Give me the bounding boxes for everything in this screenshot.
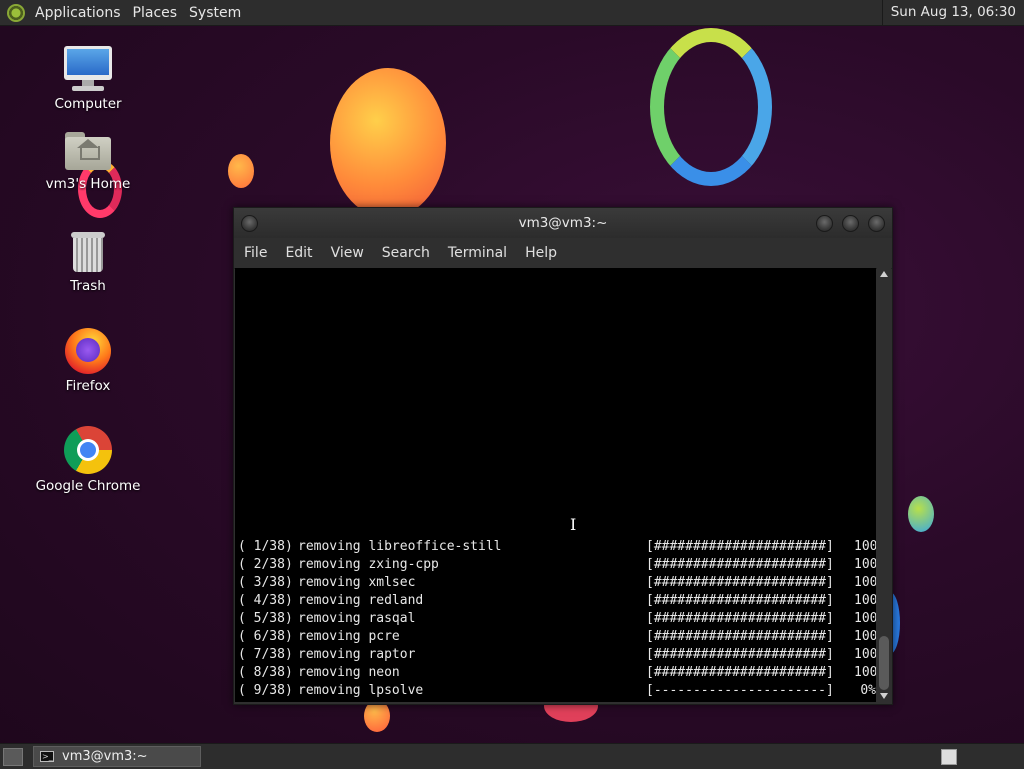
line-progress-bar: [######################]	[646, 593, 834, 608]
wallpaper-small-bubble	[228, 154, 254, 188]
line-percent: 100%	[854, 665, 876, 680]
line-text: removing raptor	[298, 647, 416, 662]
wallpaper-ring	[650, 28, 772, 186]
terminal-scrollbar[interactable]	[877, 268, 891, 702]
line-index: ( 6/38)	[238, 629, 293, 644]
menu-places[interactable]: Places	[129, 5, 186, 21]
desktop-icon-chrome[interactable]: Google Chrome	[28, 426, 148, 494]
menu-edit[interactable]: Edit	[275, 245, 320, 261]
computer-icon	[64, 46, 112, 92]
line-progress-bar: [######################]	[646, 557, 834, 572]
window-titlebar[interactable]: vm3@vm3:~	[234, 208, 892, 238]
line-progress-bar: [######################]	[646, 575, 834, 590]
show-desktop-button[interactable]	[3, 748, 23, 766]
line-index: ( 7/38)	[238, 647, 293, 662]
menu-file[interactable]: File	[234, 245, 275, 261]
line-text: removing libreoffice-still	[298, 539, 502, 554]
desktop-icon-home[interactable]: vm3's Home	[28, 128, 148, 192]
terminal-line: ( 5/38) removing rasqal [#################…	[238, 610, 876, 628]
workspace-switcher[interactable]	[941, 749, 957, 765]
close-button[interactable]	[868, 215, 885, 232]
line-text: removing zxing-cpp	[298, 557, 439, 572]
line-progress-bar: [######################]	[646, 611, 834, 626]
bottom-panel: >_ vm3@vm3:~	[0, 743, 1024, 769]
line-index: ( 4/38)	[238, 593, 293, 608]
line-percent: 100%	[854, 539, 876, 554]
chrome-icon	[64, 426, 112, 474]
line-index: ( 3/38)	[238, 575, 293, 590]
terminal-line: ( 2/38) removing zxing-cpp [##############…	[238, 556, 876, 574]
line-index: ( 8/38)	[238, 665, 293, 680]
terminal-lines: ( 1/38) removing libreoffice-still [######…	[238, 538, 876, 700]
line-text: removing pcre	[298, 629, 400, 644]
line-index: ( 9/38)	[238, 683, 293, 698]
desktop-icon-label: Trash	[70, 278, 106, 294]
desktop-icon-label: Firefox	[65, 378, 111, 394]
desktop-icon-computer[interactable]: Computer	[28, 46, 148, 112]
terminal-line: ( 6/38) removing pcre [###################…	[238, 628, 876, 646]
menu-search[interactable]: Search	[372, 245, 438, 261]
distro-logo-icon[interactable]	[7, 3, 25, 22]
menu-applications[interactable]: Applications	[31, 5, 129, 21]
line-progress-bar: [######################]	[646, 539, 834, 554]
line-progress-bar: [######################]	[646, 665, 834, 680]
wallpaper-orange-bubble	[330, 68, 446, 218]
line-percent: 100%	[854, 557, 876, 572]
clock[interactable]: Sun Aug 13, 06:30	[881, 0, 1024, 25]
menu-help[interactable]: Help	[515, 245, 565, 261]
terminal-line: ( 4/38) removing redland [################…	[238, 592, 876, 610]
scroll-down-icon[interactable]	[880, 693, 888, 699]
text-cursor-icon: I	[570, 515, 577, 534]
window-title: vm3@vm3:~	[518, 215, 608, 231]
line-percent: 0%	[860, 683, 876, 698]
desktop-icon-trash[interactable]: Trash	[28, 230, 148, 294]
terminal-line: ( 7/38) removing raptor [#################…	[238, 646, 876, 664]
line-percent: 100%	[854, 593, 876, 608]
line-index: ( 5/38)	[238, 611, 293, 626]
line-percent: 100%	[854, 629, 876, 644]
line-progress-bar: [----------------------]	[646, 683, 834, 698]
menu-view[interactable]: View	[321, 245, 372, 261]
taskbar-item-label: vm3@vm3:~	[62, 749, 148, 764]
line-index: ( 2/38)	[238, 557, 293, 572]
desktop-icon-label: Computer	[54, 96, 122, 112]
desktop-icon-label: Google Chrome	[35, 478, 141, 494]
terminal-output[interactable]: ( 1/38) removing libreoffice-still [######…	[235, 268, 876, 702]
minimize-button[interactable]	[816, 215, 833, 232]
line-progress-bar: [######################]	[646, 647, 834, 662]
firefox-icon	[65, 326, 111, 374]
desktop-icon-label: vm3's Home	[45, 176, 131, 192]
line-text: removing redland	[298, 593, 424, 608]
line-percent: 100%	[854, 647, 876, 662]
desktop-icon-firefox[interactable]: Firefox	[28, 326, 148, 394]
terminal-line: ( 9/38) removing lpsolve [----------------…	[238, 682, 876, 700]
menu-system[interactable]: System	[185, 5, 249, 21]
trash-icon	[70, 230, 106, 274]
terminal-icon: >_	[40, 751, 54, 762]
terminal-line: ( 3/38) removing xmlsec [#################…	[238, 574, 876, 592]
line-text: removing neon	[298, 665, 400, 680]
line-percent: 100%	[854, 611, 876, 626]
line-text: removing xmlsec	[298, 575, 416, 590]
line-percent: 100%	[854, 575, 876, 590]
terminal-line: ( 1/38) removing libreoffice-still [######…	[238, 538, 876, 556]
home-folder-icon	[65, 128, 111, 172]
line-text: removing rasqal	[298, 611, 416, 626]
line-progress-bar: [######################]	[646, 629, 834, 644]
wallpaper-green-bubble	[908, 496, 934, 532]
window-menu-button[interactable]	[241, 215, 258, 232]
terminal-menubar: File Edit View Search Terminal Help	[234, 238, 892, 269]
line-text: removing lpsolve	[298, 683, 424, 698]
taskbar-item-terminal[interactable]: >_ vm3@vm3:~	[33, 746, 201, 767]
terminal-line: ( 8/38) removing neon [###################…	[238, 664, 876, 682]
line-index: ( 1/38)	[238, 539, 293, 554]
maximize-button[interactable]	[842, 215, 859, 232]
menu-terminal[interactable]: Terminal	[438, 245, 515, 261]
scrollbar-thumb[interactable]	[879, 636, 889, 690]
top-panel: Applications Places System Sun Aug 13, 0…	[0, 0, 1024, 26]
scroll-up-icon[interactable]	[880, 271, 888, 277]
terminal-window: vm3@vm3:~ File Edit View Search Terminal…	[233, 207, 893, 705]
